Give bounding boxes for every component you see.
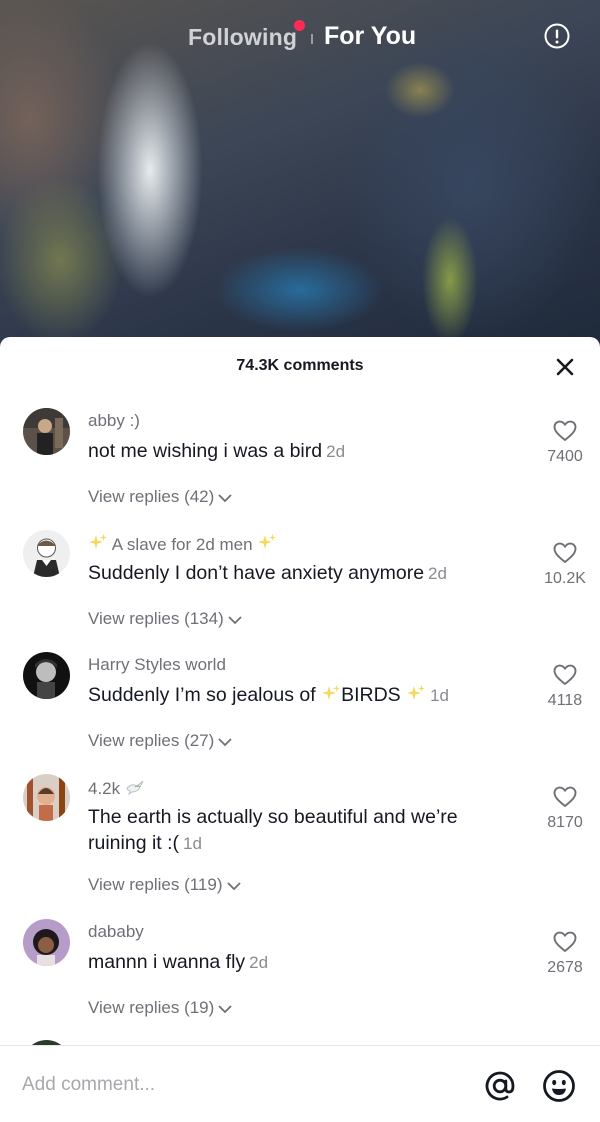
sparkles-emoji-icon: [322, 685, 341, 700]
comment-text: not me wishing i was a bird 2d: [88, 438, 508, 465]
chevron-down-icon: [218, 493, 232, 502]
at-sign-icon[interactable]: [482, 1068, 518, 1104]
heart-outline-icon: [553, 931, 577, 952]
username-text: A slave for 2d men: [111, 535, 253, 554]
chevron-down-icon: [228, 615, 242, 624]
comment-text: Suddenly I’m so jealous of BIRDS 1d: [88, 682, 508, 709]
comment-text: mannn i wanna fly 2d: [88, 949, 508, 976]
comment-time: 1d: [430, 686, 450, 705]
avatar[interactable]: [23, 652, 70, 699]
sparkles-emoji-icon: [89, 534, 107, 549]
like-button[interactable]: 2678: [530, 931, 600, 977]
top-nav: Following For You: [0, 18, 600, 58]
comments-sheet: 74.3K comments abby :) not me wishing i …: [0, 337, 600, 1121]
view-replies-label: View replies (42): [88, 487, 215, 506]
alert-circle-icon[interactable]: [544, 23, 570, 49]
tab-following[interactable]: Following: [188, 24, 297, 51]
view-replies-button[interactable]: View replies (27): [88, 731, 232, 751]
comment-time: 1d: [183, 834, 202, 853]
heart-outline-icon: [553, 664, 577, 685]
tab-divider: [311, 34, 313, 44]
add-comment-input[interactable]: [22, 1072, 442, 1098]
sparkles-emoji-icon: [407, 685, 426, 700]
comments-header: 74.3K comments: [0, 337, 600, 393]
comment-input-bar: [0, 1045, 600, 1122]
smiley-face-icon[interactable]: [541, 1068, 577, 1104]
comment-time: 2d: [249, 953, 269, 972]
like-count: 2678: [547, 959, 583, 976]
username-text: 4.2k: [88, 779, 121, 798]
comment-count: 74.3K comments: [236, 357, 364, 374]
like-button[interactable]: 4118: [530, 664, 600, 710]
like-button[interactable]: 8170: [530, 786, 600, 832]
like-count: 4118: [547, 692, 583, 709]
comment-username[interactable]: A slave for 2d men: [88, 533, 277, 555]
comment-username[interactable]: dababy: [88, 922, 144, 942]
view-replies-button[interactable]: View replies (42): [88, 487, 232, 507]
heart-outline-icon: [553, 542, 577, 563]
avatar[interactable]: [23, 408, 70, 455]
live-indicator-dot: [294, 20, 305, 31]
comment-body: Suddenly I don’t have anxiety anymore: [88, 562, 425, 584]
comment-text: Suddenly I don’t have anxiety anymore 2d: [88, 560, 508, 587]
view-replies-button[interactable]: View replies (19): [88, 998, 232, 1018]
like-count: 7400: [547, 448, 583, 465]
heart-outline-icon: [553, 786, 577, 807]
like-button[interactable]: 10.2K: [530, 542, 600, 588]
avatar[interactable]: [23, 774, 70, 821]
video-background[interactable]: Following For You: [0, 0, 600, 345]
like-count: 8170: [547, 814, 583, 831]
like-button[interactable]: 7400: [530, 420, 600, 466]
dove-emoji-icon: [126, 780, 144, 796]
view-replies-button[interactable]: View replies (134): [88, 609, 242, 629]
view-replies-label: View replies (27): [88, 731, 215, 750]
view-replies-label: View replies (119): [88, 875, 223, 894]
chevron-down-icon: [218, 1004, 232, 1013]
comment-body-highlight: BIRDS: [341, 684, 401, 706]
comment-body: mannn i wanna fly: [88, 951, 246, 973]
avatar[interactable]: [23, 530, 70, 577]
comment-username[interactable]: Harry Styles world: [88, 655, 226, 675]
heart-outline-icon: [553, 420, 577, 441]
view-replies-label: View replies (134): [88, 609, 224, 628]
avatar[interactable]: [23, 919, 70, 966]
comment-time: 2d: [326, 442, 346, 461]
comment-body: not me wishing i was a bird: [88, 440, 323, 462]
comment-username[interactable]: abby :): [88, 411, 140, 431]
tab-for-you[interactable]: For You: [324, 22, 416, 51]
comment-username[interactable]: 4.2k: [88, 777, 145, 799]
chevron-down-icon: [226, 881, 241, 890]
view-replies-label: View replies (19): [88, 998, 215, 1017]
comment-body: The earth is actually so beautiful and w…: [88, 806, 458, 854]
sparkles-emoji-icon: [258, 534, 277, 549]
view-replies-button[interactable]: View replies (119): [88, 875, 241, 895]
comment-text: The earth is actually so beautiful and w…: [88, 804, 508, 857]
chevron-down-icon: [218, 737, 232, 746]
close-icon[interactable]: [556, 358, 574, 376]
comment-body: Suddenly I’m so jealous of: [88, 684, 322, 706]
like-count: 10.2K: [544, 570, 586, 587]
comment-time: 2d: [428, 564, 447, 583]
